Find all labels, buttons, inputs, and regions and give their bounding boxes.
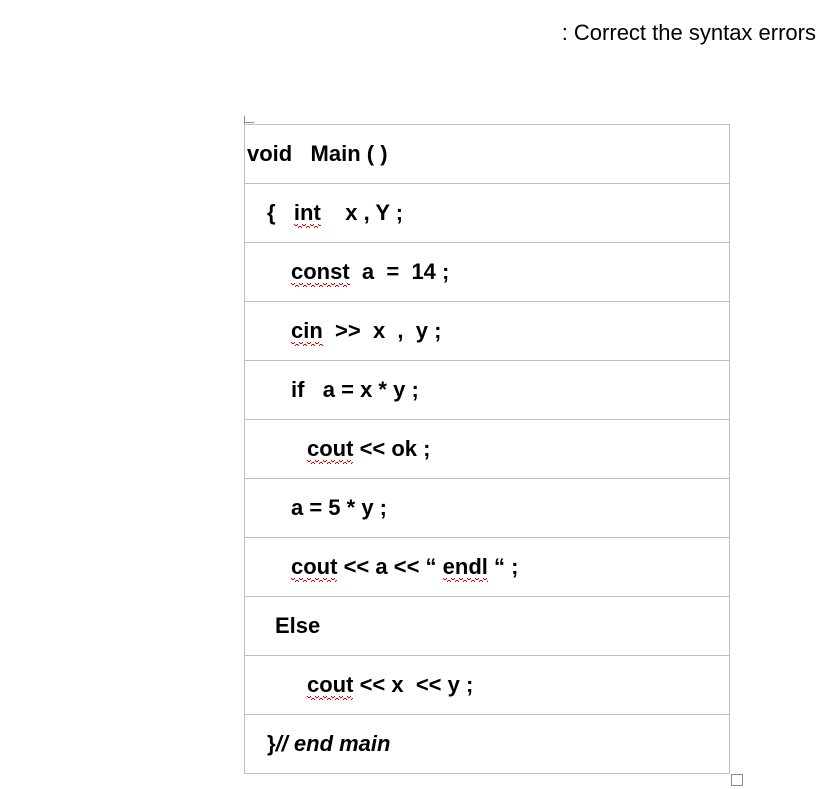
end-marker-icon: [731, 774, 743, 786]
code-cell: if a = x * y ;: [245, 361, 730, 420]
code-text: >> x , y ;: [323, 318, 442, 343]
code-text: void Main ( ): [247, 141, 388, 166]
comment-text: // end main: [276, 731, 391, 756]
code-text: {: [267, 200, 294, 225]
table-row: cin >> x , y ;: [245, 302, 730, 361]
code-line: Else: [245, 614, 729, 638]
table-row: a = 5 * y ;: [245, 479, 730, 538]
error-token: cout: [307, 437, 353, 461]
code-line: }// end main: [245, 732, 729, 756]
table-row: cout << x << y ;: [245, 656, 730, 715]
code-text: a = 5 * y ;: [291, 495, 387, 520]
table-row: const a = 14 ;: [245, 243, 730, 302]
code-cell: { int x , Y ;: [245, 184, 730, 243]
page-title: : Correct the syntax errors: [562, 20, 816, 46]
table-row: cout << ok ;: [245, 420, 730, 479]
code-cell: cout << ok ;: [245, 420, 730, 479]
code-text: x , Y ;: [321, 200, 403, 225]
code-cell: void Main ( ): [245, 125, 730, 184]
code-cell: cout << a << “ endl “ ;: [245, 538, 730, 597]
code-cell: Else: [245, 597, 730, 656]
code-cell: cin >> x , y ;: [245, 302, 730, 361]
code-line: if a = x * y ;: [245, 378, 729, 402]
code-text: “ ;: [488, 554, 519, 579]
code-cell: const a = 14 ;: [245, 243, 730, 302]
error-token: cout: [291, 555, 337, 579]
code-text: << a << “: [337, 554, 442, 579]
code-text: << ok ;: [353, 436, 430, 461]
error-token: endl: [443, 555, 488, 579]
code-text: << x << y ;: [353, 672, 473, 697]
code-line: a = 5 * y ;: [245, 496, 729, 520]
code-line: const a = 14 ;: [245, 260, 729, 284]
table-row: { int x , Y ;: [245, 184, 730, 243]
code-text: if a = x * y ;: [291, 377, 419, 402]
code-line: cin >> x , y ;: [245, 319, 729, 343]
table-row: cout << a << “ endl “ ;: [245, 538, 730, 597]
code-cell: }// end main: [245, 715, 730, 774]
code-line: { int x , Y ;: [245, 201, 729, 225]
table-row: Else: [245, 597, 730, 656]
code-cell: a = 5 * y ;: [245, 479, 730, 538]
code-line: cout << x << y ;: [245, 673, 729, 697]
error-token: const: [291, 260, 350, 284]
table-row: void Main ( ): [245, 125, 730, 184]
code-cell: cout << x << y ;: [245, 656, 730, 715]
table-row: }// end main: [245, 715, 730, 774]
code-text: }: [267, 731, 276, 756]
code-table: void Main ( ) { int x , Y ; const a = 14 ;…: [244, 124, 730, 774]
code-text: a = 14 ;: [350, 259, 450, 284]
error-token: int: [294, 201, 321, 225]
code-line: cout << ok ;: [245, 437, 729, 461]
code-line: void Main ( ): [245, 142, 729, 166]
code-text: Else: [275, 613, 320, 638]
code-line: cout << a << “ endl “ ;: [245, 555, 729, 579]
error-token: cout: [307, 673, 353, 697]
table-row: if a = x * y ;: [245, 361, 730, 420]
error-token: cin: [291, 319, 323, 343]
